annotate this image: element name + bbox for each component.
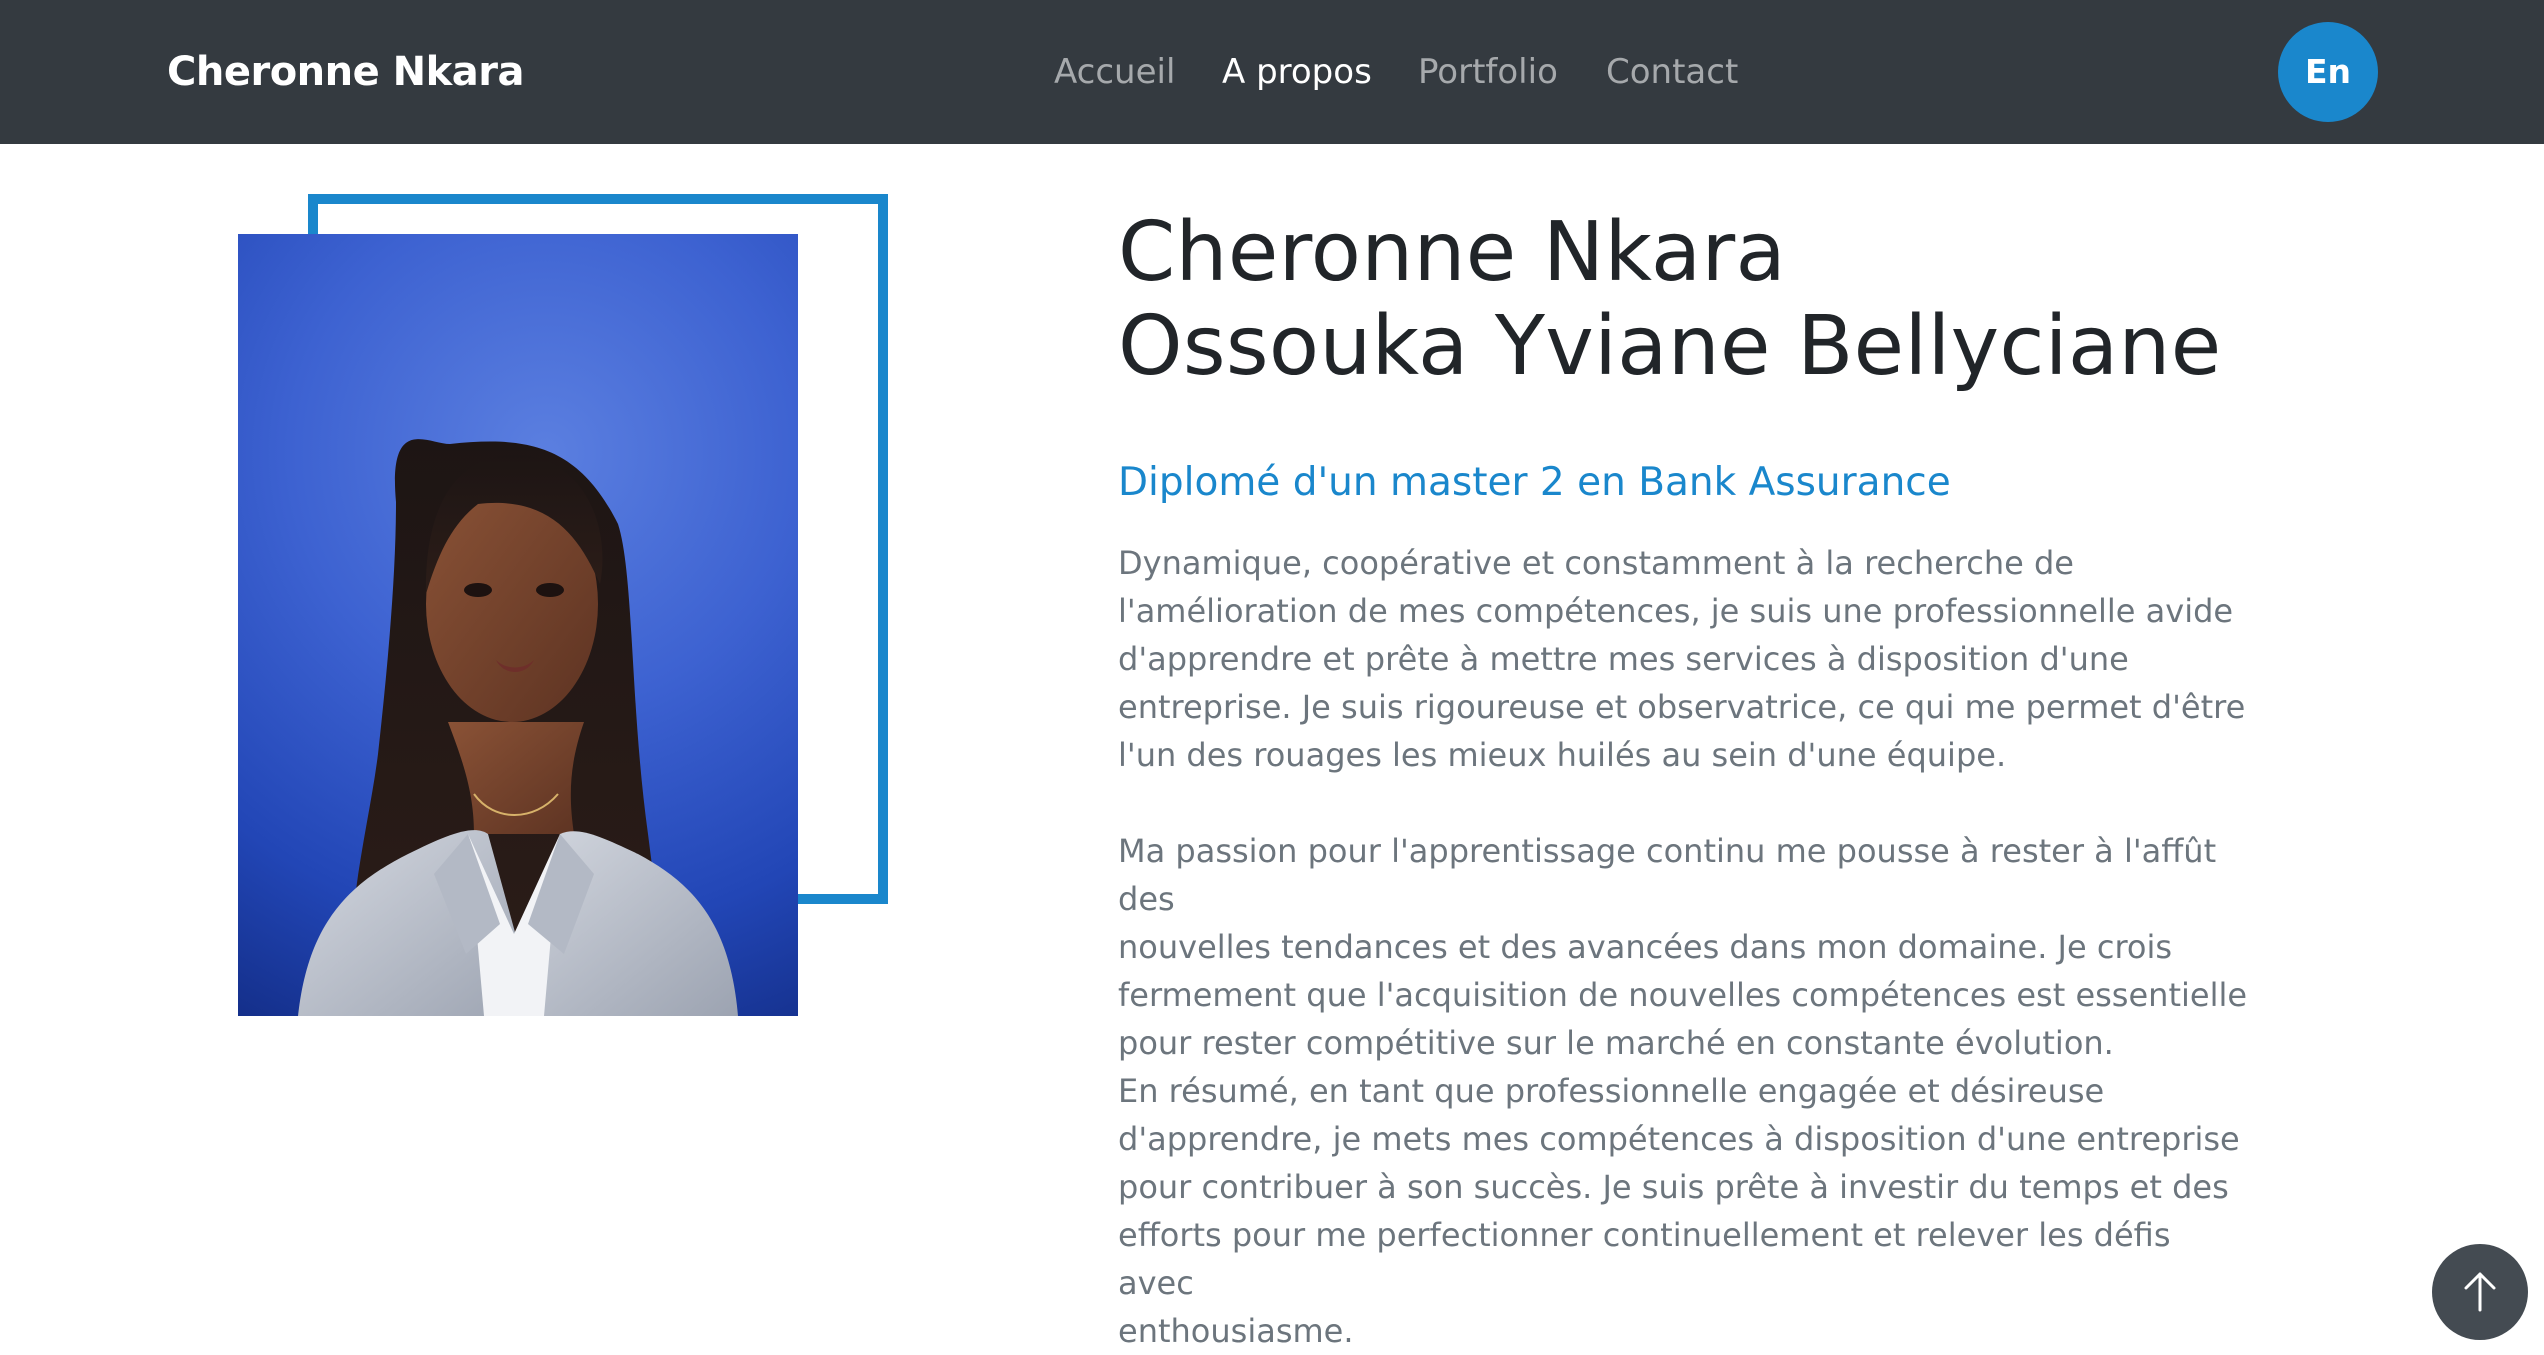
- bio-paragraph-3: En résumé, en tant que professionnelle e…: [1118, 1067, 2248, 1355]
- navbar: Cheronne Nkara Accueil A propos Portfoli…: [0, 0, 2544, 144]
- scroll-to-top-button[interactable]: [2432, 1244, 2528, 1340]
- nav-link-a-propos[interactable]: A propos: [1222, 48, 1372, 96]
- bio-paragraph-2-line: Ma passion pour l'apprentissage continu …: [1118, 832, 2217, 918]
- nav-link-contact[interactable]: Contact: [1606, 48, 1738, 96]
- bio-paragraph-3-line: pour contribuer à son succès. Je suis pr…: [1118, 1168, 2229, 1206]
- headline-line-1: Cheronne Nkara: [1118, 205, 1787, 300]
- bio-paragraph-3-line: enthousiasme.: [1118, 1312, 1354, 1350]
- nav-link-portfolio[interactable]: Portfolio: [1418, 48, 1558, 96]
- bio-paragraph-3-line: d'apprendre, je mets mes compétences à d…: [1118, 1120, 2240, 1158]
- bio-paragraph-1-line: l'amélioration de mes compétences, je su…: [1118, 592, 2234, 630]
- bio-paragraph-3-line: En résumé, en tant que professionnelle e…: [1118, 1072, 2105, 1110]
- bio-paragraph-1-line: Dynamique, coopérative et constamment à …: [1118, 544, 2074, 582]
- page-headline: Cheronne Nkara Ossouka Yviane Bellyciane: [1118, 206, 2221, 394]
- bio-paragraph-2-line: fermement que l'acquisition de nouvelles…: [1118, 976, 2248, 1014]
- bio-paragraph-1-line: entreprise. Je suis rigoureuse et observ…: [1118, 688, 2246, 726]
- bio-paragraph-3-line: efforts pour me perfectionner continuell…: [1118, 1216, 2171, 1302]
- bio-paragraph-1-line: d'apprendre et prête à mettre mes servic…: [1118, 640, 2129, 678]
- bio-paragraph-2-line: nouvelles tendances et des avancées dans…: [1118, 928, 2173, 966]
- portrait-illustration: [298, 439, 738, 1016]
- headline-line-2: Ossouka Yviane Bellyciane: [1118, 299, 2222, 394]
- arrow-up-icon: [2464, 1272, 2496, 1312]
- degree-subtitle: Diplomé d'un master 2 en Bank Assurance: [1118, 460, 1951, 505]
- profile-photo: [238, 234, 798, 1016]
- bio-paragraph-1-line: l'un des rouages les mieux huilés au sei…: [1118, 736, 2007, 774]
- main-nav: Accueil A propos Portfolio Contact: [0, 48, 2544, 96]
- bio-paragraph-1: Dynamique, coopérative et constamment à …: [1118, 539, 2248, 779]
- nav-link-accueil[interactable]: Accueil: [1054, 48, 1175, 96]
- language-toggle-button[interactable]: En: [2278, 22, 2378, 122]
- bio-paragraph-2-line: pour rester compétitive sur le marché en…: [1118, 1024, 2114, 1062]
- bio-paragraph-2: Ma passion pour l'apprentissage continu …: [1118, 827, 2248, 1067]
